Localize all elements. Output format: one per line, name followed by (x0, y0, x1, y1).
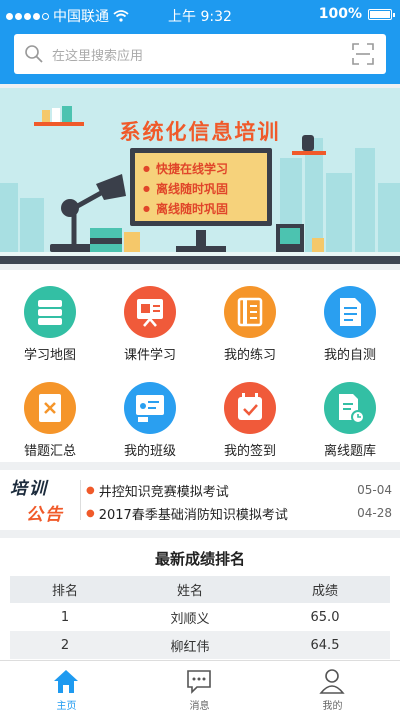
top-bar: 中国联通 上午 9:32 100% 在这里搜索应用 (0, 0, 400, 84)
rank-cell: 2 (10, 631, 120, 659)
tab-label: 消息 (189, 701, 210, 711)
notice-title: 井控知识竞赛模拟考试 (98, 484, 229, 500)
feature-label: 错题汇总 (23, 444, 76, 459)
notice-tag-line1: 培训 (10, 479, 48, 499)
banner-point: 离线随时巩固 (143, 199, 267, 219)
column-header: 排名 (10, 576, 120, 603)
feature-learning-map[interactable]: 学习地图 (0, 270, 100, 366)
feature-label: 离线题库 (323, 444, 376, 459)
practice-icon (224, 286, 276, 338)
ranking-table: 排名 姓名 成绩 1 刘顺义 65.0 2 柳红伟 64.5 (10, 576, 390, 659)
notice-item[interactable]: ● 井控知识竞赛模拟考试 05-04 (86, 479, 392, 501)
name-cell: 柳红伟 (120, 631, 260, 659)
feature-label: 我的练习 (223, 348, 276, 363)
search-input[interactable]: 在这里搜索应用 (52, 45, 352, 64)
search-icon (25, 45, 43, 63)
signin-icon (224, 382, 276, 434)
bullet-icon: ● (86, 484, 95, 496)
tab-profile[interactable]: 我的 (266, 661, 399, 711)
feature-label: 我的班级 (123, 444, 176, 459)
home-icon (54, 670, 78, 693)
bullet-icon: ● (86, 507, 95, 519)
selftest-icon (324, 286, 376, 338)
wrong-questions-icon (24, 382, 76, 434)
tab-label: 我的 (322, 701, 343, 711)
banner-point: 离线随时巩固 (143, 179, 267, 199)
feature-selftest[interactable]: 我的自测 (300, 270, 400, 366)
feature-label: 我的签到 (223, 444, 276, 459)
table-row: 1 刘顺义 65.0 (10, 603, 390, 631)
search-bar[interactable]: 在这里搜索应用 (14, 34, 386, 74)
feature-practice[interactable]: 我的练习 (200, 270, 300, 366)
notice-tag-line2: 公告 (26, 505, 64, 525)
tab-label: 主页 (56, 701, 77, 711)
bottom-tab-bar: 主页 消息 我的 (0, 660, 400, 711)
table-row: 2 柳红伟 64.5 (10, 631, 390, 659)
offline-bank-icon (324, 382, 376, 434)
name-cell: 刘顺义 (170, 611, 210, 627)
score-cell: 65.0 (310, 609, 340, 625)
class-icon (124, 382, 176, 434)
ranking-title: 最新成绩排名 (154, 550, 245, 568)
column-header: 姓名 (120, 576, 260, 603)
courseware-icon (124, 286, 176, 338)
rank-cell: 1 (60, 609, 70, 625)
profile-icon (319, 669, 345, 694)
banner-title: 系统化信息培训 (119, 120, 281, 144)
map-icon (24, 286, 76, 338)
notice-title: 2017春季基础消防知识模拟考试 (98, 507, 288, 523)
notice-date: 04-28 (357, 506, 392, 520)
message-icon (187, 670, 211, 694)
feature-courseware[interactable]: 课件学习 (100, 270, 200, 366)
ranking-header-row: 排名 姓名 成绩 (10, 576, 390, 603)
promo-banner[interactable]: 系统化信息培训 快捷在线学习 离线随时巩固 离线随时巩固 (0, 88, 400, 264)
feature-sign-in[interactable]: 我的签到 (200, 366, 300, 462)
feature-label: 课件学习 (123, 348, 176, 363)
training-notice: 培训 公告 ● 井控知识竞赛模拟考试 05-04 ● 2017春季基础消防知识模… (0, 470, 400, 530)
notice-divider (80, 480, 81, 520)
banner-board: 快捷在线学习 离线随时巩固 离线随时巩固 (130, 148, 272, 226)
feature-label: 学习地图 (23, 348, 76, 363)
column-header: 成绩 (260, 576, 390, 603)
score-ranking: 最新成绩排名 排名 姓名 成绩 1 刘顺义 65.0 2 柳红伟 64.5 (0, 538, 400, 660)
banner-point: 快捷在线学习 (143, 159, 267, 179)
scan-icon[interactable] (352, 43, 374, 65)
battery-icon (368, 8, 395, 20)
feature-my-class[interactable]: 我的班级 (100, 366, 200, 462)
tab-messages[interactable]: 消息 (133, 661, 266, 711)
tab-home[interactable]: 主页 (0, 661, 133, 711)
feature-label: 我的自测 (323, 348, 376, 363)
score-cell: 64.5 (260, 631, 390, 659)
battery-percent: 100% (318, 6, 362, 22)
status-bar: 中国联通 上午 9:32 100% (0, 0, 400, 30)
feature-grid: 学习地图 课件学习 我的练习 我的自测 错题汇总 我的班级 我的签到 离线题库 (0, 270, 400, 462)
notice-date: 05-04 (357, 483, 392, 497)
notice-item[interactable]: ● 2017春季基础消防知识模拟考试 04-28 (86, 502, 392, 524)
feature-wrong-questions[interactable]: 错题汇总 (0, 366, 100, 462)
feature-offline-bank[interactable]: 离线题库 (300, 366, 400, 462)
